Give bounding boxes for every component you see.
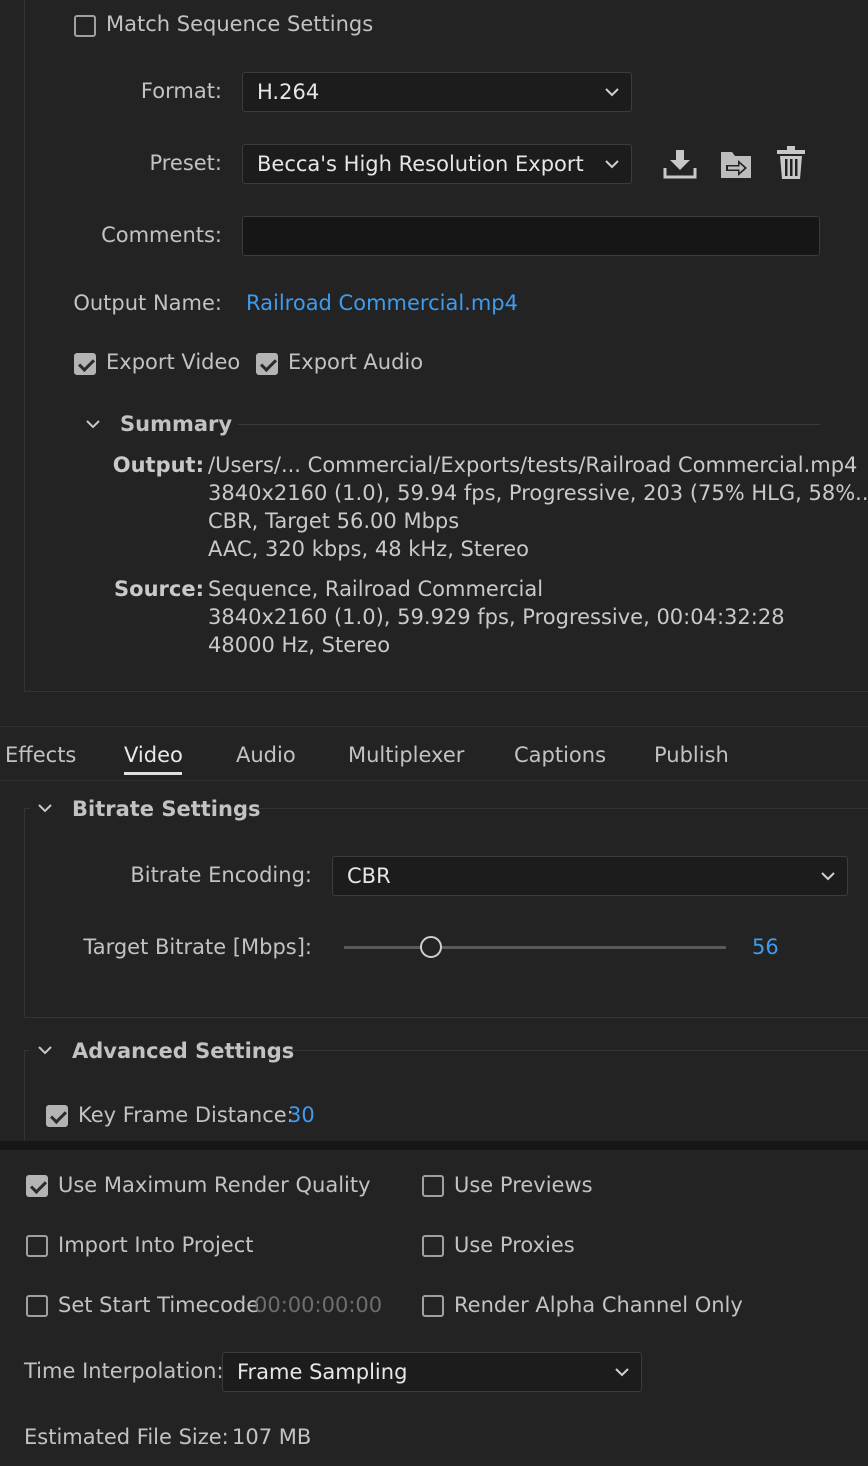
- tab-multiplexer[interactable]: Multiplexer: [348, 743, 464, 767]
- estimated-file-size-label: Estimated File Size:: [24, 1425, 229, 1449]
- key-frame-distance-value[interactable]: 30: [288, 1103, 315, 1127]
- tab-effects[interactable]: Effects: [5, 743, 76, 767]
- estimated-file-size-value: 107 MB: [232, 1425, 312, 1449]
- comments-field[interactable]: [242, 216, 820, 256]
- tabbar-bottom-divider: [0, 780, 868, 781]
- start-timecode-value: 00:00:00:00: [254, 1293, 383, 1317]
- target-bitrate-slider-handle[interactable]: [420, 936, 442, 958]
- set-start-timecode-checkbox[interactable]: [26, 1295, 48, 1317]
- max-render-quality-label: Use Maximum Render Quality: [58, 1173, 371, 1197]
- save-preset-icon[interactable]: [662, 148, 698, 180]
- bitrate-encoding-label: Bitrate Encoding:: [130, 863, 312, 887]
- time-interpolation-value: Frame Sampling: [237, 1360, 408, 1384]
- bitrate-settings-title: Bitrate Settings: [72, 797, 261, 821]
- target-bitrate-slider-track[interactable]: [344, 946, 726, 949]
- time-interpolation-dropdown[interactable]: Frame Sampling: [222, 1352, 642, 1392]
- match-sequence-label: Match Sequence Settings: [106, 12, 374, 36]
- key-frame-distance-checkbox[interactable]: [46, 1105, 68, 1127]
- set-start-timecode-label: Set Start Timecode: [58, 1293, 260, 1317]
- render-alpha-only-checkbox[interactable]: [422, 1295, 444, 1317]
- summary-source-label: Source:: [114, 577, 204, 601]
- summary-output-line: 3840x2160 (1.0), 59.94 fps, Progressive,…: [208, 481, 868, 505]
- chevron-down-icon[interactable]: [37, 1044, 53, 1056]
- import-into-project-label: Import Into Project: [58, 1233, 254, 1257]
- summary-title: Summary: [120, 412, 233, 436]
- summary-output-label: Output:: [112, 453, 204, 477]
- use-previews-checkbox[interactable]: [422, 1175, 444, 1197]
- export-video-label: Export Video: [106, 350, 241, 374]
- format-dropdown[interactable]: H.264: [242, 72, 632, 112]
- preset-label: Preset:: [149, 151, 222, 175]
- chevron-down-icon: [615, 1368, 629, 1377]
- export-audio-label: Export Audio: [288, 350, 424, 374]
- tab-publish[interactable]: Publish: [654, 743, 729, 767]
- summary-source-line: 48000 Hz, Stereo: [208, 633, 391, 657]
- comments-label: Comments:: [101, 223, 222, 247]
- preset-dropdown[interactable]: Becca's High Resolution Export: [242, 144, 632, 184]
- chevron-down-icon: [605, 160, 619, 169]
- tabbar-top-divider: [0, 726, 868, 727]
- summary-output-line: AAC, 320 kbps, 48 kHz, Stereo: [208, 537, 529, 561]
- chevron-down-icon[interactable]: [37, 802, 53, 814]
- summary-source-line: 3840x2160 (1.0), 59.929 fps, Progressive…: [208, 605, 785, 629]
- format-label: Format:: [140, 79, 222, 103]
- format-value: H.264: [257, 80, 320, 104]
- active-tab-underline: [124, 772, 182, 775]
- chevron-down-icon: [821, 872, 835, 881]
- use-proxies-checkbox[interactable]: [422, 1235, 444, 1257]
- trash-icon[interactable]: [776, 145, 806, 181]
- import-into-project-checkbox[interactable]: [26, 1235, 48, 1257]
- use-proxies-label: Use Proxies: [454, 1233, 575, 1257]
- summary-output-line: /Users/... Commercial/Exports/tests/Rail…: [208, 453, 858, 477]
- export-audio-checkbox[interactable]: [256, 353, 278, 375]
- chevron-down-icon: [605, 88, 619, 97]
- advanced-settings-title: Advanced Settings: [72, 1039, 295, 1063]
- summary-divider: [238, 424, 820, 425]
- import-preset-icon[interactable]: [718, 148, 754, 182]
- render-alpha-only-label: Render Alpha Channel Only: [454, 1293, 743, 1317]
- summary-source-line: Sequence, Railroad Commercial: [208, 577, 544, 601]
- use-previews-label: Use Previews: [454, 1173, 593, 1197]
- summary-output-line: CBR, Target 56.00 Mbps: [208, 509, 460, 533]
- export-video-checkbox[interactable]: [74, 353, 96, 375]
- time-interpolation-label: Time Interpolation:: [24, 1359, 224, 1383]
- bitrate-settings-panel: [24, 808, 868, 1018]
- bottom-section-divider: [0, 1141, 868, 1150]
- key-frame-distance-label: Key Frame Distance:: [78, 1103, 294, 1127]
- tab-audio[interactable]: Audio: [236, 743, 296, 767]
- target-bitrate-label: Target Bitrate [Mbps]:: [83, 935, 312, 959]
- output-name-label: Output Name:: [73, 291, 222, 315]
- bitrate-encoding-dropdown[interactable]: CBR: [332, 856, 848, 896]
- preset-value: Becca's High Resolution Export: [257, 152, 584, 176]
- match-sequence-checkbox[interactable]: [74, 15, 96, 37]
- tab-video[interactable]: Video: [124, 743, 183, 767]
- output-name-link[interactable]: Railroad Commercial.mp4: [246, 291, 518, 315]
- target-bitrate-value[interactable]: 56: [752, 935, 779, 959]
- max-render-quality-checkbox[interactable]: [26, 1175, 48, 1197]
- chevron-down-icon[interactable]: [85, 418, 101, 430]
- tab-captions[interactable]: Captions: [514, 743, 606, 767]
- bitrate-encoding-value: CBR: [347, 864, 391, 888]
